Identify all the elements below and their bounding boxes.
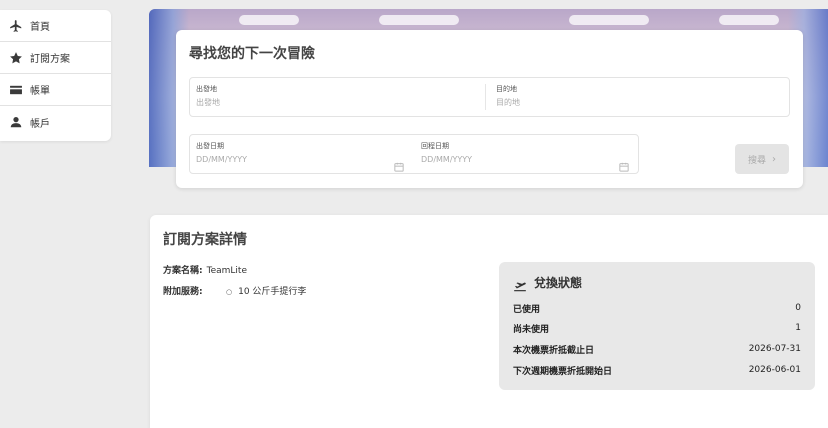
sidebar-item-label: 訂閱方案 [30,54,70,65]
origin-label: 出發地 [196,85,217,93]
plan-name-value: TeamLite [206,266,247,276]
plane-departure-icon [513,277,527,291]
status-row-label: 下次週期機票折抵開始日 [513,366,613,377]
hero-cabin-light [569,15,649,25]
return-date-input[interactable] [421,155,601,164]
status-header: 兌換狀態 [513,274,582,291]
search-button[interactable]: 搜尋 › [735,144,789,174]
plan-details-title: 訂閱方案詳情 [163,232,247,248]
status-row-value: 2026-06-01 [748,365,801,375]
redemption-status-box: 兌換狀態 已使用 0 尚未使用 1 本次機票折抵截止日 2026-07-31 下… [499,262,815,390]
sidebar-item-label: 首頁 [30,22,50,33]
sidebar-item-billing[interactable]: 帳單 [0,74,111,106]
depart-date-field[interactable]: 出發日期 [190,135,415,173]
date-field-group: 出發日期 回程日期 [189,134,639,174]
status-row: 尚未使用 1 [513,321,801,335]
status-row-value: 0 [795,303,801,313]
search-button-label: 搜尋 [747,155,766,166]
person-icon [9,115,23,129]
destination-input[interactable] [496,98,696,107]
return-date-label: 回程日期 [421,142,449,150]
hero-cabin-light [239,15,299,25]
destination-label: 目的地 [496,85,517,93]
hero-cabin-light [719,15,779,25]
plan-details-card: 訂閱方案詳情 方案名稱:TeamLite 附加服務: 10 公斤手提行李 兌換狀… [150,215,828,428]
return-date-field[interactable]: 回程日期 [415,135,640,173]
depart-date-label: 出發日期 [196,142,224,150]
chevron-right-icon: › [772,153,776,165]
status-row-value: 1 [795,323,801,333]
origin-input[interactable] [196,98,396,107]
addon-list: 10 公斤手提行李 [226,284,306,297]
plan-addons-key: 附加服務: [163,287,203,297]
calendar-icon[interactable] [619,157,629,172]
status-row-label: 尚未使用 [513,324,550,335]
status-row-label: 本次機票折抵截止日 [513,345,595,356]
hero-cabin-light [379,15,459,25]
plan-name-key: 方案名稱: [163,266,203,276]
sidebar-item-home[interactable]: 首頁 [0,10,111,42]
card-icon [9,83,23,97]
flight-search-card: 尋找您的下一次冒險 出發地 目的地 出發日期 回程日期 搜尋 [176,30,803,188]
status-row: 本次機票折抵截止日 2026-07-31 [513,342,801,356]
sidebar-item-account[interactable]: 帳戶 [0,106,111,138]
list-item: 10 公斤手提行李 [226,284,306,297]
star-icon [9,51,23,65]
status-title: 兌換狀態 [534,276,583,290]
sidebar-item-label: 帳單 [30,86,50,97]
destination-field[interactable]: 目的地 [490,78,790,116]
status-row-value: 2026-07-31 [748,344,801,354]
status-row: 已使用 0 [513,301,801,315]
status-row-label: 已使用 [513,304,541,315]
search-title: 尋找您的下一次冒險 [189,46,315,62]
field-divider [485,84,486,110]
calendar-icon[interactable] [394,157,404,172]
sidebar-item-subscription[interactable]: 訂閱方案 [0,42,111,74]
depart-date-input[interactable] [196,155,376,164]
plan-addons-row: 附加服務: [163,284,203,297]
airplane-icon [9,19,23,33]
origin-field[interactable]: 出發地 [190,78,490,116]
status-row: 下次週期機票折抵開始日 2026-06-01 [513,363,801,377]
sidebar-item-label: 帳戶 [30,118,50,130]
route-field-group: 出發地 目的地 [189,77,790,117]
plan-name-row: 方案名稱: TeamLite [163,263,247,276]
sidebar: 首頁 訂閱方案 帳單 帳戶 [0,10,111,141]
